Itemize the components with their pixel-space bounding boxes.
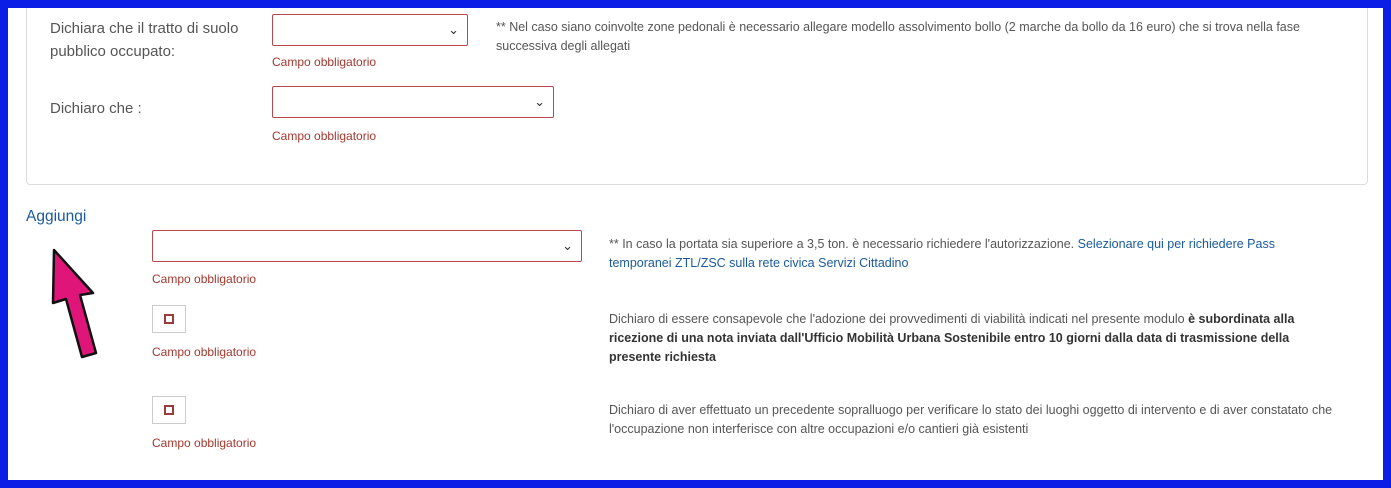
checkbox-square-icon [164, 314, 174, 324]
portata-required: Campo obbligatorio [152, 272, 257, 286]
chevron-down-icon: ⌄ [448, 22, 459, 37]
suolo-pubblico-label: Dichiara che il tratto di suolo pubblico… [50, 20, 239, 60]
portata-select[interactable]: ⌄ [152, 230, 582, 262]
dichiaro-che-select[interactable]: ⌄ [272, 86, 554, 118]
dichiaro-che-label: Dichiaro che : [50, 100, 142, 117]
suolo-pubblico-required: Campo obbligatorio [272, 55, 377, 69]
suolo-pubblico-note: ** Nel caso siano coinvolte zone pedonal… [496, 20, 1300, 53]
sopralluogo-checkbox[interactable] [152, 396, 186, 424]
portata-note-text: ** In caso la portata sia superiore a 3,… [609, 237, 1078, 251]
checkbox-square-icon [164, 405, 174, 415]
consapevole-required: Campo obbligatorio [152, 345, 257, 359]
consapevole-note: Dichiaro di essere consapevole che l'ado… [609, 310, 1339, 367]
chevron-down-icon: ⌄ [534, 94, 545, 109]
pointer-arrow-icon [51, 248, 98, 359]
chevron-down-icon: ⌄ [562, 238, 573, 253]
dichiaro-che-required: Campo obbligatorio [272, 129, 377, 143]
sopralluogo-required: Campo obbligatorio [152, 436, 257, 450]
portata-note: ** In caso la portata sia superiore a 3,… [609, 235, 1339, 273]
consapevole-note-text: Dichiaro di essere consapevole che l'ado… [609, 312, 1189, 326]
sopralluogo-note: Dichiaro di aver effettuato un precedent… [609, 403, 1333, 436]
consapevole-checkbox[interactable] [152, 305, 186, 333]
aggiungi-link[interactable]: Aggiungi [26, 208, 86, 226]
suolo-pubblico-select[interactable]: ⌄ [272, 14, 468, 46]
